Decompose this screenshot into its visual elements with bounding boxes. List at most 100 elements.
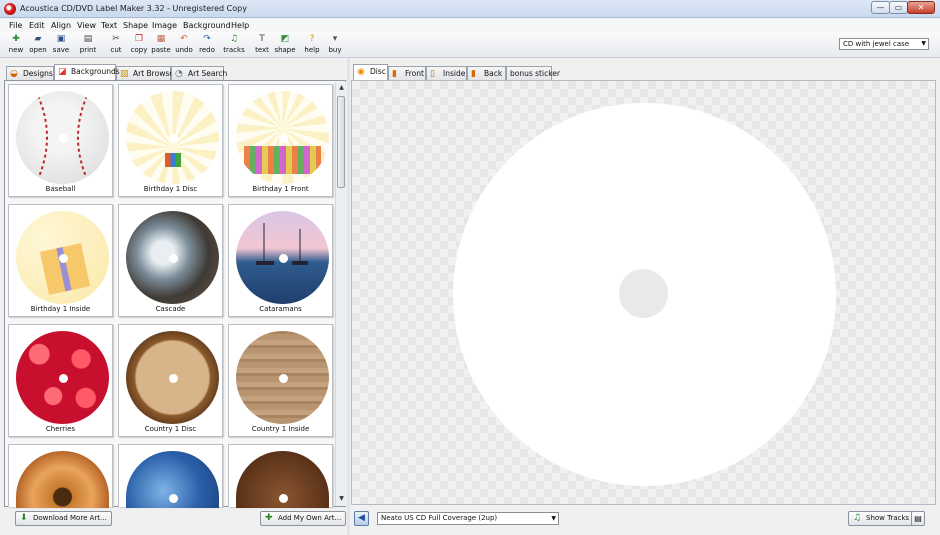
scroll-down-icon[interactable]: ▼ (337, 494, 346, 504)
cut-button[interactable]: ✂ cut (104, 33, 128, 57)
country-disc-image (126, 331, 219, 424)
tracks-icon: ♫ (853, 513, 862, 523)
tab-art-search[interactable]: ◔ Art Search (171, 66, 227, 80)
open-icon: ▰ (34, 34, 42, 44)
case-type-value: CD with jewel case (843, 40, 910, 48)
wood-disc-image (236, 331, 329, 424)
minimize-button[interactable]: — (871, 1, 890, 14)
back-arrow-button[interactable]: ◀ (354, 511, 369, 526)
art-browse-icon: ▧ (120, 69, 129, 79)
thumb-cascade[interactable]: Cascade (118, 204, 223, 317)
menu-file[interactable]: File (9, 21, 22, 30)
new-button[interactable]: ✚ new (4, 33, 28, 57)
save-button[interactable]: ▣ save (49, 33, 73, 57)
menu-view[interactable]: View (77, 21, 96, 30)
save-icon: ▣ (56, 34, 66, 44)
thumb-chocolate[interactable] (228, 444, 333, 508)
options-icon: ▤ (914, 514, 922, 523)
print-button[interactable]: ▤ print (76, 33, 100, 57)
thumb-label: Birthday 1 Inside (30, 305, 91, 313)
tab-back[interactable]: ▮ Back (467, 66, 506, 80)
shape-icon: ◩ (280, 34, 290, 44)
thumb-baseball[interactable]: Baseball (8, 84, 113, 197)
tab-bonus-sticker[interactable]: bonus sticker (506, 66, 560, 80)
tab-front[interactable]: ▮ Front (388, 66, 426, 80)
thumb-birthday-1-disc[interactable]: Birthday 1 Disc (118, 84, 223, 197)
thumb-country-1-inside[interactable]: Country 1 Inside (228, 324, 333, 437)
maximize-button[interactable]: ▭ (889, 1, 908, 14)
chevron-down-icon: ▼ (551, 515, 556, 522)
tab-designs[interactable]: ◒ Designs (6, 66, 54, 80)
thumb-birthday-1-front[interactable]: Birthday 1 Front (228, 84, 333, 197)
gifts-row-graphic (244, 146, 321, 174)
open-button[interactable]: ▰ open (26, 33, 50, 57)
disc-hole (169, 254, 178, 263)
menu-text[interactable]: Text (101, 21, 117, 30)
redo-icon: ↷ (203, 34, 211, 44)
tab-art-browse[interactable]: ▧ Art Browse (116, 66, 174, 80)
buy-button[interactable]: ▾ buy (323, 33, 347, 57)
download-more-art-button[interactable]: ⬇ Download More Art... (15, 511, 112, 526)
thumb-birthday-1-inside[interactable]: Birthday 1 Inside (8, 204, 113, 317)
options-button[interactable]: ▤ (911, 511, 925, 526)
tab-disc[interactable]: ◉ Disc (353, 64, 388, 80)
catamarans-disc-image (236, 211, 329, 304)
redo-button[interactable]: ↷ redo (195, 33, 219, 57)
disc-center-hole (619, 269, 668, 318)
thumb-label: Country 1 Disc (144, 425, 197, 433)
back-icon: ▮ (471, 69, 476, 79)
menu-background[interactable]: Background (183, 21, 231, 30)
shape-button[interactable]: ◩ shape (273, 33, 297, 57)
menu-align[interactable]: Align (51, 21, 71, 30)
cherries-disc-image (16, 331, 109, 424)
design-canvas[interactable] (351, 80, 936, 505)
scrollbar-thumb[interactable] (337, 96, 345, 188)
gift-box-graphic (39, 243, 91, 295)
thumb-earth[interactable] (118, 444, 223, 508)
thumb-donut[interactable] (8, 444, 113, 508)
scroll-up-icon[interactable]: ▲ (337, 83, 346, 93)
text-button[interactable]: Ttext (250, 33, 274, 57)
tab-inside[interactable]: ▯ Inside (426, 66, 467, 80)
thumb-cataramans[interactable]: Cataramans (228, 204, 333, 317)
show-tracks-button[interactable]: ♫ Show Tracks (848, 511, 915, 526)
disc-icon: ◉ (357, 67, 365, 77)
thumb-label: Cascade (155, 305, 186, 313)
menu-shape[interactable]: Shape (123, 21, 148, 30)
close-button[interactable]: ✕ (907, 1, 935, 14)
front-icon: ▮ (392, 69, 397, 79)
thumb-label: Cherries (45, 425, 76, 433)
disc-hole (59, 374, 68, 383)
menu-image[interactable]: Image (152, 21, 177, 30)
new-icon: ✚ (12, 34, 20, 44)
panel-splitter[interactable] (347, 58, 350, 535)
add-my-own-art-button[interactable]: ✚ Add My Own Art... (260, 511, 347, 526)
cascade-disc-image (126, 211, 219, 304)
baseball-disc-image (16, 91, 109, 184)
disc-label-preview[interactable] (453, 103, 836, 486)
birthday-front-image (236, 91, 329, 184)
disc-hole (279, 254, 288, 263)
undo-button[interactable]: ↶ undo (172, 33, 196, 57)
grid-scrollbar[interactable]: ▲ ▼ (335, 82, 346, 506)
tab-backgrounds[interactable]: ◪ Backgrounds (54, 64, 120, 80)
copy-button[interactable]: ❐ copy (127, 33, 151, 57)
thumb-cherries[interactable]: Cherries (8, 324, 113, 437)
buy-icon: ▾ (332, 34, 338, 44)
arrow-left-icon: ◀ (358, 513, 365, 523)
undo-icon: ↶ (180, 34, 188, 44)
backgrounds-icon: ◪ (58, 67, 67, 77)
help-button[interactable]: ? help (300, 33, 324, 57)
menu-edit[interactable]: Edit (29, 21, 45, 30)
paste-button[interactable]: ▦ paste (149, 33, 173, 57)
thumb-country-1-disc[interactable]: Country 1 Disc (118, 324, 223, 437)
thumb-label: Cataramans (259, 305, 302, 313)
tracks-icon: ♫ (229, 34, 239, 44)
case-type-select[interactable]: CD with jewel case ▼ (839, 38, 929, 50)
tracks-button[interactable]: ♫ tracks (222, 33, 246, 57)
paper-type-select[interactable]: Neato US CD Full Coverage (2up) ▼ (377, 512, 559, 525)
menu-help[interactable]: Help (231, 21, 249, 30)
disc-hole (59, 134, 68, 143)
thumb-label: Baseball (45, 185, 76, 193)
art-search-icon: ◔ (175, 69, 183, 79)
